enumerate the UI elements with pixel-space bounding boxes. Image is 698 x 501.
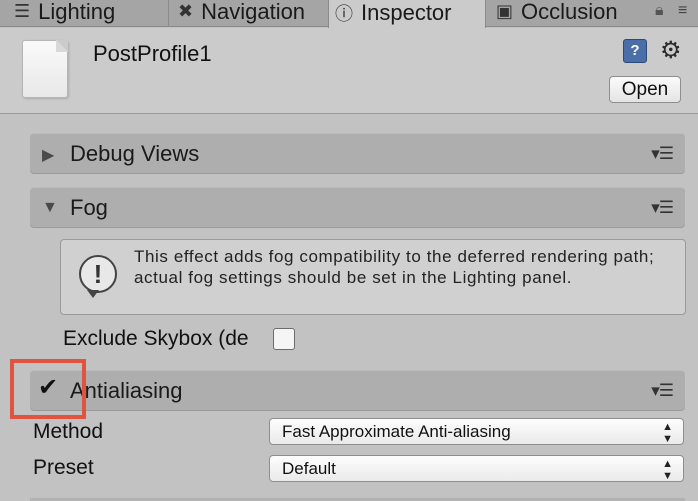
tab-inspector[interactable]: ⓘ Inspector	[328, 0, 486, 28]
info-icon: ⓘ	[335, 3, 353, 24]
section-fog[interactable]: ▼ Fog ▾☰	[30, 187, 685, 227]
tab-navigation-label: Navigation	[201, 0, 306, 24]
inspector-header: PostProfile1 ? ⚙ Open	[0, 28, 698, 114]
exclude-skybox-checkbox[interactable]	[273, 328, 295, 350]
dropdown-arrows-icon: ▲ ▼	[662, 458, 673, 482]
preset-dropdown[interactable]: Default ▲ ▼	[269, 455, 684, 482]
inspector-content: ▶ Debug Views ▾☰ ▼ Fog ▾☰ ! This effect …	[0, 115, 698, 501]
section-menu-icon[interactable]: ▾☰	[651, 144, 674, 164]
occlusion-icon: ▣	[496, 1, 514, 21]
section-menu-icon[interactable]: ▾☰	[651, 381, 674, 401]
tab-lighting[interactable]: ☰ Lighting	[8, 0, 168, 27]
tab-navigation[interactable]: ✖ Navigation	[172, 0, 324, 27]
method-value: Fast Approximate Anti-aliasing	[282, 422, 511, 441]
highlight-annotation	[10, 359, 86, 419]
tab-lighting-label: Lighting	[38, 0, 116, 24]
dropdown-arrows-icon: ▲ ▼	[662, 421, 673, 445]
tab-bar: ☰ Lighting ✖ Navigation ⓘ Inspector ▣ Oc…	[0, 0, 698, 28]
section-menu-icon[interactable]: ▾☰	[651, 198, 674, 218]
help-book-icon[interactable]: ?	[623, 39, 647, 63]
expanded-triangle-icon[interactable]: ▼	[42, 199, 58, 217]
lock-icon[interactable]: 🔒︎	[655, 2, 664, 20]
tab-occlusion-label: Occlusion	[521, 0, 618, 24]
section-debug-views[interactable]: ▶ Debug Views ▾☰	[30, 133, 685, 173]
warning-speech-icon: !	[79, 255, 117, 298]
file-icon	[22, 40, 68, 98]
collapsed-triangle-icon[interactable]: ▶	[42, 145, 54, 165]
preset-value: Default	[282, 459, 336, 478]
section-antialiasing[interactable]: Antialiasing ▾☰	[30, 370, 685, 410]
fog-help-text: This effect adds fog compatibility to th…	[134, 247, 655, 287]
tab-menu-icon[interactable]: ≡	[678, 2, 687, 20]
preset-label: Preset	[33, 456, 94, 479]
tab-inspector-label: Inspector	[361, 0, 452, 25]
tab-divider	[168, 0, 169, 27]
profile-name: PostProfile1	[93, 41, 212, 66]
exclude-skybox-label: Exclude Skybox (de	[63, 327, 249, 350]
gear-icon[interactable]: ⚙	[660, 36, 682, 65]
navigation-icon: ✖	[178, 1, 194, 21]
section-title: Antialiasing	[70, 378, 183, 403]
section-title: Fog	[70, 195, 108, 220]
fog-help-box: ! This effect adds fog compatibility to …	[60, 239, 686, 315]
method-dropdown[interactable]: Fast Approximate Anti-aliasing ▲ ▼	[269, 418, 684, 445]
tab-occlusion[interactable]: ▣ Occlusion	[490, 0, 640, 27]
method-label: Method	[33, 420, 104, 443]
open-button[interactable]: Open	[609, 76, 681, 103]
section-title: Debug Views	[70, 141, 200, 166]
sliders-icon: ☰	[14, 1, 31, 21]
